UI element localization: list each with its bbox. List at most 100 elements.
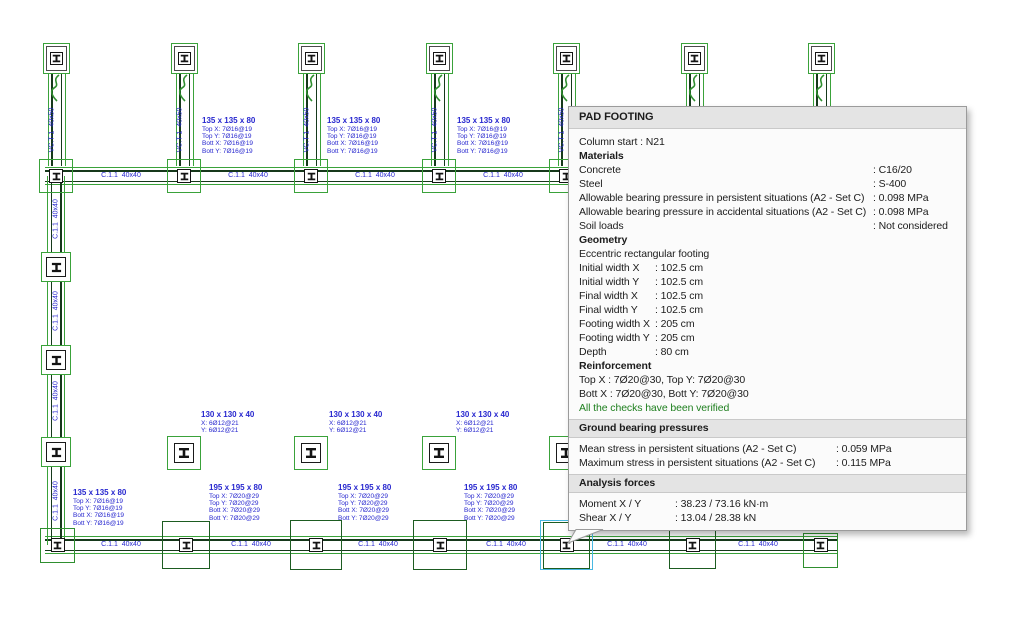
footing-rebar-lines: Top X: 7Ø16@19Top Y: 7Ø16@19Bott X: 7Ø16… [327, 126, 437, 155]
footing-size-label: 135 x 135 x 80 [202, 116, 312, 126]
i-beam-icon [307, 172, 316, 181]
footing-rebar-line: Bott Y: 7Ø16@19 [73, 520, 183, 527]
footing-annotation: 195 x 195 x 80 Top X: 7Ø20@29Top Y: 7Ø20… [209, 483, 319, 522]
footing-annotation: 135 x 135 x 80 Top X: 7Ø16@19Top Y: 7Ø16… [327, 116, 437, 155]
beam-label: C.1.1 40x40 [483, 540, 529, 549]
column-box[interactable] [41, 437, 71, 467]
footing-rebar-line: Top Y: 7Ø16@19 [202, 133, 312, 140]
pad-footing[interactable] [413, 520, 467, 570]
column-section-icon [309, 538, 323, 552]
tooltip-row: Final width Y : 102.5 cm [569, 303, 966, 317]
column-box[interactable] [167, 436, 201, 470]
beam-break-squiggle-icon [432, 74, 446, 102]
footing-rebar-line: Top Y: 7Ø16@19 [327, 133, 437, 140]
column-box[interactable] [41, 345, 71, 375]
tooltip-row: Allowable bearing pressure in persistent… [569, 191, 966, 205]
pad-footing[interactable] [294, 159, 328, 193]
column-head-square[interactable] [43, 43, 70, 74]
pad-footing[interactable] [290, 520, 342, 570]
column-section-icon [178, 52, 191, 65]
column-head-square[interactable] [553, 43, 580, 74]
pad-footing[interactable] [162, 521, 210, 569]
tooltip-row-label: Depth [579, 345, 655, 359]
column-head-square[interactable] [298, 43, 325, 74]
tooltip-row: Maximum stress in persistent situations … [569, 456, 966, 470]
footing-rebar-line: Top X: 7Ø16@19 [73, 498, 183, 505]
beam-break-squiggle-icon [559, 74, 573, 102]
tooltip-row-label: Maximum stress in persistent situations … [579, 456, 836, 470]
column-box[interactable] [422, 436, 456, 470]
tooltip-row-label: Ground bearing pressures [579, 420, 708, 437]
tooltip-row-value: : 0.059 MPa [836, 442, 892, 456]
tooltip-row-label: Concrete [579, 163, 873, 177]
column-section-icon [815, 52, 828, 65]
tooltip-row-label: Allowable bearing pressure in accidental… [579, 205, 873, 219]
footing-rebar-line: X: 6Ø12@21 [329, 420, 439, 427]
footing-rebar-line: Top X: 7Ø16@19 [327, 126, 437, 133]
tooltip-row-value: : 13.04 / 28.38 kN [675, 511, 756, 525]
drawing-canvas[interactable]: VC.T-1 40x50 [0, 0, 1024, 626]
footing-rebar-line: Y: 6Ø12@21 [456, 427, 566, 434]
i-beam-icon [53, 541, 62, 550]
column-section-icon [51, 538, 65, 552]
tooltip-row: Initial width Y : 102.5 cm [569, 275, 966, 289]
tooltip-row-label: All the checks have been verified [579, 401, 729, 415]
footing-rebar-line: Bott X: 7Ø16@19 [73, 512, 183, 519]
footing-rebar-line: Bott Y: 7Ø20@29 [338, 515, 448, 522]
column-section-icon [686, 538, 700, 552]
i-beam-icon [51, 262, 62, 273]
tooltip-row: Soil loads : Not considered [569, 219, 966, 233]
pad-footing[interactable] [167, 159, 201, 193]
top-column-assembly[interactable]: VC.T-1 40x50 [171, 43, 198, 166]
column-section-icon [432, 169, 446, 183]
beam-outline [320, 73, 321, 166]
footing-rebar-lines: Top X: 7Ø16@19Top Y: 7Ø16@19Bott X: 7Ø16… [457, 126, 567, 155]
column-head-square[interactable] [681, 43, 708, 74]
beam-outline [448, 73, 449, 166]
footing-rebar-lines: Top X: 7Ø20@29Top Y: 7Ø20@29Bott X: 7Ø20… [338, 493, 448, 522]
footing-rebar-lines: X: 6Ø12@21Y: 6Ø12@21 [201, 420, 311, 434]
i-beam-icon [688, 541, 697, 550]
tooltip-row-value: : C16/20 [873, 163, 912, 177]
pad-footing[interactable] [39, 159, 73, 193]
tooltip-row-value: : 0.098 MPa [873, 205, 929, 219]
tooltip-pointer [559, 528, 607, 546]
pad-footing[interactable] [803, 533, 838, 568]
tooltip-row-label: Eccentric rectangular footing [579, 247, 709, 261]
i-beam-icon [180, 54, 189, 63]
column-outline [174, 443, 194, 463]
tooltip-row-label: Footing width X [579, 317, 655, 331]
footing-rebar-line: Bott X: 7Ø20@29 [464, 507, 574, 514]
column-head-square[interactable] [808, 43, 835, 74]
column-box[interactable] [294, 436, 328, 470]
beam-break-squiggle-icon [49, 74, 63, 102]
tooltip-title: PAD FOOTING [569, 107, 966, 129]
column-head-square[interactable] [426, 43, 453, 74]
footing-rebar-line: Top X: 7Ø20@29 [209, 493, 319, 500]
i-beam-icon [178, 447, 190, 459]
footing-rebar-line: X: 6Ø12@21 [456, 420, 566, 427]
tooltip-row: Bott X : 7Ø20@30, Bott Y: 7Ø20@30 [569, 387, 966, 401]
pad-footing[interactable] [40, 528, 75, 563]
beam-label: C.1.1 40x40 [735, 540, 781, 549]
footing-rebar-line: Top X: 7Ø16@19 [457, 126, 567, 133]
beam-label-text: C.1.1 40x40 [53, 199, 60, 239]
tooltip-row-value: : 80 cm [655, 345, 689, 359]
footing-size-label: 135 x 135 x 80 [327, 116, 437, 126]
top-column-assembly[interactable]: VC.T-1 40x50 [43, 43, 70, 166]
tooltip-row-value: : 102.5 cm [655, 275, 703, 289]
tooltip-row-label: Moment X / Y [579, 497, 675, 511]
footing-rebar-line: Y: 6Ø12@21 [329, 427, 439, 434]
tooltip-row-label: Mean stress in persistent situations (A2… [579, 442, 836, 456]
column-head-square[interactable] [171, 43, 198, 74]
i-beam-icon [433, 447, 445, 459]
i-beam-icon [51, 447, 62, 458]
footing-rebar-line: Bott X: 7Ø20@29 [209, 507, 319, 514]
beam-label-text: C.1.1 40x40 [53, 381, 60, 421]
tooltip-row-value: : 102.5 cm [655, 261, 703, 275]
column-box[interactable] [41, 252, 71, 282]
pad-footing[interactable] [422, 159, 456, 193]
tooltip-row: Mean stress in persistent situations (A2… [569, 442, 966, 456]
column-outline [46, 442, 66, 462]
footing-rebar-line: Top Y: 7Ø20@29 [338, 500, 448, 507]
